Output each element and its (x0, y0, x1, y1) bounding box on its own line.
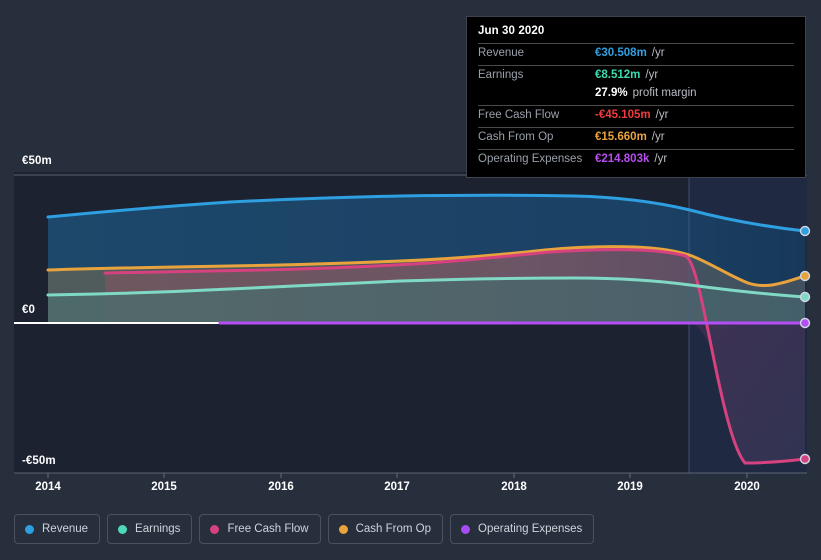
tooltip-row: Operating Expenses €214.803k/yr (478, 149, 794, 171)
tooltip-row-value: 27.9% (595, 87, 628, 99)
tooltip-row-label: Operating Expenses (478, 153, 583, 165)
tooltip-row-label: Revenue (478, 47, 525, 59)
legend-item-label: Revenue (42, 523, 89, 535)
x-axis-label-2017: 2017 (384, 481, 410, 493)
earnings-endpoint-dot (799, 291, 811, 303)
legend-color-dot-icon (118, 524, 128, 534)
y-axis-label-bottom: -€50m (22, 455, 56, 467)
tooltip-row: 27.9% profit margin (478, 87, 794, 105)
free-cash-flow-endpoint-dot (799, 453, 811, 465)
legend-item[interactable]: Revenue (14, 514, 101, 544)
tooltip-row: Cash From Op €15.660m/yr (478, 127, 794, 149)
operating-expenses-endpoint-dot (799, 317, 811, 329)
legend-item-label: Free Cash Flow (227, 523, 309, 535)
x-axis-label-2015: 2015 (151, 481, 177, 493)
tooltip-row-unit: /yr (645, 69, 659, 81)
legend-color-dot-icon (461, 524, 471, 534)
data-point-tooltip: Jun 30 2020 Revenue €30.508m/yr Earnings €8… (466, 16, 806, 178)
x-axis-label-2019: 2019 (617, 481, 643, 493)
tooltip-row-unit: profit margin (632, 87, 697, 99)
cash-from-op-endpoint-dot (799, 270, 811, 282)
tooltip-row: Free Cash Flow -€45.105m/yr (478, 105, 794, 127)
legend-item[interactable]: Operating Expenses (450, 514, 595, 544)
tooltip-date: Jun 30 2020 (478, 25, 545, 37)
legend-color-dot-icon (210, 524, 220, 534)
x-axis-label-2016: 2016 (268, 481, 294, 493)
tooltip-rows: Revenue €30.508m/yr Earnings €8.512m/yr 27.9… (478, 43, 794, 171)
tooltip-row-value: €214.803k (595, 153, 650, 165)
x-axis-label-2020: 2020 (734, 481, 760, 493)
tooltip-row-unit: /yr (651, 47, 665, 59)
x-tick-marks (47, 473, 748, 478)
legend-item-label: Operating Expenses (478, 523, 583, 535)
tooltip-row-value: €8.512m (595, 69, 641, 81)
legend-item-label: Cash From Op (355, 523, 432, 535)
tooltip-row-label: Earnings (478, 69, 524, 81)
tooltip-row-value: -€45.105m (595, 109, 651, 121)
financial-area-chart: €50m €0 -€50m 2014 2015 2016 2017 2018 2… (0, 0, 821, 560)
tooltip-row-unit: /yr (651, 131, 665, 143)
x-axis-label-2018: 2018 (501, 481, 527, 493)
y-axis-label-zero: €0 (22, 304, 35, 316)
tooltip-row-label: Cash From Op (478, 131, 554, 143)
revenue-endpoint-dot (799, 225, 811, 237)
legend-color-dot-icon (338, 524, 348, 534)
tooltip-row-value: €15.660m (595, 131, 647, 143)
legend-color-dot-icon (25, 524, 34, 534)
tooltip-row-unit: /yr (655, 109, 669, 121)
legend-item[interactable]: Earnings (107, 514, 193, 544)
tooltip-row-label: Free Cash Flow (478, 109, 560, 121)
tooltip-row: Revenue €30.508m/yr (478, 43, 794, 65)
y-axis-label-top: €50m (22, 155, 52, 167)
tooltip-row: Earnings €8.512m/yr (478, 65, 794, 87)
tooltip-row-unit: /yr (654, 153, 668, 165)
legend-item[interactable]: Free Cash Flow (199, 514, 321, 544)
legend-item-label: Earnings (135, 523, 181, 535)
tooltip-row-value: €30.508m (595, 47, 647, 59)
legend-item[interactable]: Cash From Op (327, 514, 444, 544)
chart-legend: Revenue Earnings Free Cash Flow Cash From O… (14, 514, 595, 544)
x-axis-label-2014: 2014 (35, 481, 61, 493)
